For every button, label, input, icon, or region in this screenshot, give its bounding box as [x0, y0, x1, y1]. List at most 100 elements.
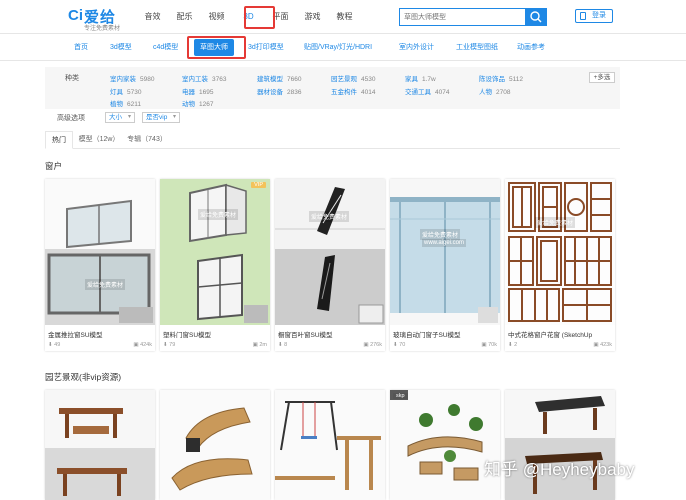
- sub-nav: 首页 3d模型 c4d模型 草图大师 3d打印模型 贴图/VRay/灯光/HDR…: [0, 35, 686, 61]
- phone-icon: [580, 12, 586, 20]
- filter-item[interactable]: 建筑模型 7660: [257, 73, 301, 83]
- filter-item[interactable]: 电器 1695: [182, 86, 213, 96]
- filter-item[interactable]: 灯具 5730: [110, 86, 141, 96]
- model-card[interactable]: 爱给免费素材 金属推拉窗SU模型 ⬇ 49 ▣ 424k: [45, 179, 155, 351]
- glass-door-model-image: [390, 179, 500, 325]
- filter-item[interactable]: 动物 1267: [182, 98, 213, 108]
- subnav-c4d-model[interactable]: c4d模型: [153, 42, 178, 52]
- filter-item[interactable]: 室内家装 5980: [110, 73, 154, 83]
- card-title[interactable]: 中式花格窗户花窗 (SketchUp: [508, 329, 614, 339]
- model-card[interactable]: 爱给免费素材 www.aigei.com 玻璃自动门窗子SU模型 ⬇ 70 ▣ …: [390, 179, 500, 351]
- download-count: ⬇ 49: [48, 342, 61, 348]
- filter-item[interactable]: 交通工具 4074: [405, 86, 449, 96]
- card-title[interactable]: 橱窗百叶窗SU模型: [278, 329, 384, 339]
- advanced-label: 高级选项: [57, 115, 85, 122]
- garden-model-card[interactable]: [275, 390, 385, 500]
- model-card[interactable]: 爱给免费素材 中式花格窗户花窗 (SketchUp ⬇ 2 ▣ 423k: [505, 179, 615, 351]
- tab-hot[interactable]: 热门: [45, 131, 73, 149]
- garden-model-card[interactable]: [505, 390, 615, 500]
- model-thumbnail[interactable]: 爱给免费素材 www.aigei.com: [390, 179, 500, 325]
- category-filter: 种类 室内家装 5980 室内工装 3763 建筑模型 7660 园艺景观 4530 家…: [45, 67, 620, 109]
- search-input[interactable]: [399, 8, 525, 26]
- chevron-down-icon: ▾: [127, 114, 131, 120]
- search-button[interactable]: [525, 8, 547, 26]
- filter-item[interactable]: 人物 2708: [479, 86, 510, 96]
- nav-video[interactable]: 视频: [202, 0, 231, 34]
- blinds-model-image: [275, 179, 385, 325]
- model-thumbnail[interactable]: 爱给免费素材: [505, 179, 615, 325]
- subnav-3d-model[interactable]: 3d模型: [110, 42, 132, 52]
- file-size: ▣ 276k: [363, 342, 382, 348]
- filter-item[interactable]: 陈设饰品 5112: [479, 73, 523, 83]
- card-title[interactable]: 玻璃自动门窗子SU模型: [393, 329, 499, 339]
- nav-3d[interactable]: 3D: [234, 0, 263, 34]
- download-count: ⬇ 70: [393, 342, 406, 348]
- tab-albums[interactable]: 专辑（743）: [125, 131, 169, 149]
- logo[interactable]: Ci 爱给 专注免费素材: [68, 4, 138, 32]
- window-model-image: [45, 179, 155, 325]
- subnav-3d-print[interactable]: 3d打印模型: [248, 42, 284, 52]
- filter-label: 种类: [65, 75, 79, 82]
- file-size: ▣ 424k: [133, 342, 152, 348]
- vip-select[interactable]: 是否vip ▾: [142, 112, 180, 123]
- model-thumbnail[interactable]: 爱给免费素材: [275, 179, 385, 325]
- card-title[interactable]: 金属推拉窗SU模型: [48, 329, 154, 339]
- nav-tutorial[interactable]: 教程: [330, 0, 359, 34]
- card-meta: ⬇ 8 ▣ 276k: [278, 342, 382, 350]
- card-title[interactable]: 塑料门窗SU模型: [163, 329, 269, 339]
- file-size: ▣ 423k: [593, 342, 612, 348]
- model-thumbnail[interactable]: VIP 爱给免费素材: [160, 179, 270, 325]
- download-count: ⬇ 2: [508, 342, 518, 348]
- logo-subtitle: 专注免费素材: [84, 26, 121, 32]
- thumbnail-watermark: 爱给免费素材: [535, 217, 576, 228]
- model-thumbnail[interactable]: 爱给免费素材: [45, 179, 155, 325]
- filter-item[interactable]: 五金构件 4014: [331, 86, 375, 96]
- subnav-textures[interactable]: 贴图/VRay/灯光/HDRI: [304, 42, 372, 52]
- subnav-sketchup[interactable]: 草图大师: [194, 39, 234, 56]
- file-size: ▣ 70k: [481, 342, 497, 348]
- garden-model-card[interactable]: [160, 390, 270, 500]
- card-meta: ⬇ 79 ▣ 2m: [163, 342, 267, 350]
- vip-badge: VIP: [251, 182, 266, 188]
- subnav-home[interactable]: 首页: [74, 42, 88, 52]
- nav-sound[interactable]: 音效: [138, 0, 167, 34]
- subnav-animation[interactable]: 动画参考: [517, 42, 545, 52]
- login-button[interactable]: 登录: [575, 9, 613, 23]
- nav-graphic[interactable]: 平面: [266, 0, 295, 34]
- card-meta: ⬇ 2 ▣ 423k: [508, 342, 612, 350]
- multi-select-button[interactable]: +多选: [589, 72, 615, 83]
- chinese-lattice-window-image: [505, 179, 615, 325]
- section-title-window: 窗户: [45, 161, 63, 171]
- subnav-industrial[interactable]: 工业模型图纸: [456, 42, 498, 52]
- advanced-options: 高级选项 大小 ▾ 是否vip ▾: [45, 110, 620, 126]
- filter-item[interactable]: 园艺景观 4530: [331, 73, 375, 83]
- chevron-down-icon: ▾: [172, 114, 176, 120]
- pavilion-model-image: [505, 390, 615, 500]
- main-nav: 音效 配乐 视频 3D 平面 游戏 教程: [138, 0, 362, 34]
- garden-model-card[interactable]: skp: [390, 390, 500, 500]
- search-icon: [530, 11, 542, 23]
- logo-mark: Ci: [68, 7, 83, 24]
- garden-seating-model-image: [390, 390, 500, 500]
- filter-item[interactable]: 植物 6211: [110, 98, 141, 108]
- nav-game[interactable]: 游戏: [298, 0, 327, 34]
- card-meta: ⬇ 49 ▣ 424k: [48, 342, 152, 350]
- download-count: ⬇ 8: [278, 342, 288, 348]
- nav-music[interactable]: 配乐: [170, 0, 199, 34]
- garden-model-card[interactable]: [45, 390, 155, 500]
- pergola-model-image: [45, 390, 155, 500]
- model-card[interactable]: VIP 爱给免费素材 塑料门窗SU模型 ⬇ 79 ▣ 2m: [160, 179, 270, 351]
- skp-badge: skp: [393, 393, 408, 399]
- tab-models[interactable]: 模型（12w）: [75, 131, 123, 149]
- thumbnail-watermark: 爱给免费素材: [309, 211, 350, 222]
- thumbnail-watermark: 爱给免费素材: [198, 209, 239, 220]
- size-select[interactable]: 大小 ▾: [105, 112, 135, 123]
- subnav-interior[interactable]: 室内外设计: [399, 42, 434, 52]
- filter-item[interactable]: 家具 1.7w: [405, 73, 436, 83]
- top-bar: Ci 爱给 专注免费素材 音效 配乐 视频 3D 平面 游戏 教程 登录: [0, 0, 686, 34]
- model-card[interactable]: 爱给免费素材 橱窗百叶窗SU模型 ⬇ 8 ▣ 276k: [275, 179, 385, 351]
- content-tabs: 热门 模型（12w） 专辑（743）: [45, 131, 620, 149]
- filter-item[interactable]: 室内工装 3763: [182, 73, 226, 83]
- zhihu-watermark: 知乎 @Heyheybaby: [484, 460, 635, 479]
- filter-item[interactable]: 器材设备 2836: [257, 86, 301, 96]
